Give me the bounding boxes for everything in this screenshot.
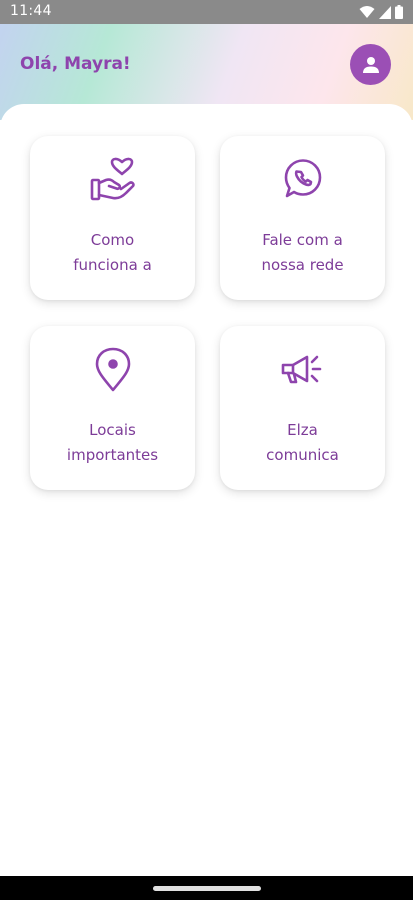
megaphone-icon — [281, 355, 321, 384]
status-bar: 11:44 — [0, 0, 413, 24]
card-label-line1: Locais — [89, 421, 136, 439]
home-gesture-bar[interactable] — [153, 886, 261, 891]
card-label-line1: Fale com a — [262, 231, 343, 249]
card-label: Como funciona a — [40, 228, 185, 278]
heart-hand-icon — [90, 157, 135, 201]
card-label: Elza comunica — [230, 418, 375, 468]
whatsapp-icon — [284, 159, 321, 198]
navigation-bar — [0, 876, 413, 900]
card-label-line2: comunica — [266, 446, 339, 464]
card-label-line1: Elza — [287, 421, 318, 439]
card-label-line2: funciona a — [73, 256, 152, 274]
signal-icon — [379, 5, 391, 19]
card-label-line2: importantes — [66, 446, 159, 464]
main-content: Como funciona a Fale com a nossa rede Lo… — [0, 104, 413, 876]
status-time: 11:44 — [10, 3, 52, 19]
card-fale-com-a-nossa-rede[interactable]: Fale com a nossa rede — [220, 136, 385, 300]
card-label: Fale com a nossa rede — [230, 228, 375, 278]
card-label-line2: nossa rede — [261, 256, 344, 274]
user-icon — [362, 56, 379, 73]
card-como-funciona[interactable]: Como funciona a — [30, 136, 195, 300]
wifi-icon — [359, 6, 375, 18]
card-locais-importantes[interactable]: Locais importantes — [30, 326, 195, 490]
card-elza-comunica[interactable]: Elza comunica — [220, 326, 385, 490]
card-label: Locais importantes — [40, 418, 185, 468]
profile-button[interactable] — [350, 44, 391, 85]
location-pin-icon — [95, 347, 130, 392]
card-label-line1: Como — [90, 231, 135, 249]
greeting-text: Olá, Mayra! — [20, 54, 131, 74]
battery-icon — [395, 5, 403, 19]
status-icons — [359, 4, 403, 20]
